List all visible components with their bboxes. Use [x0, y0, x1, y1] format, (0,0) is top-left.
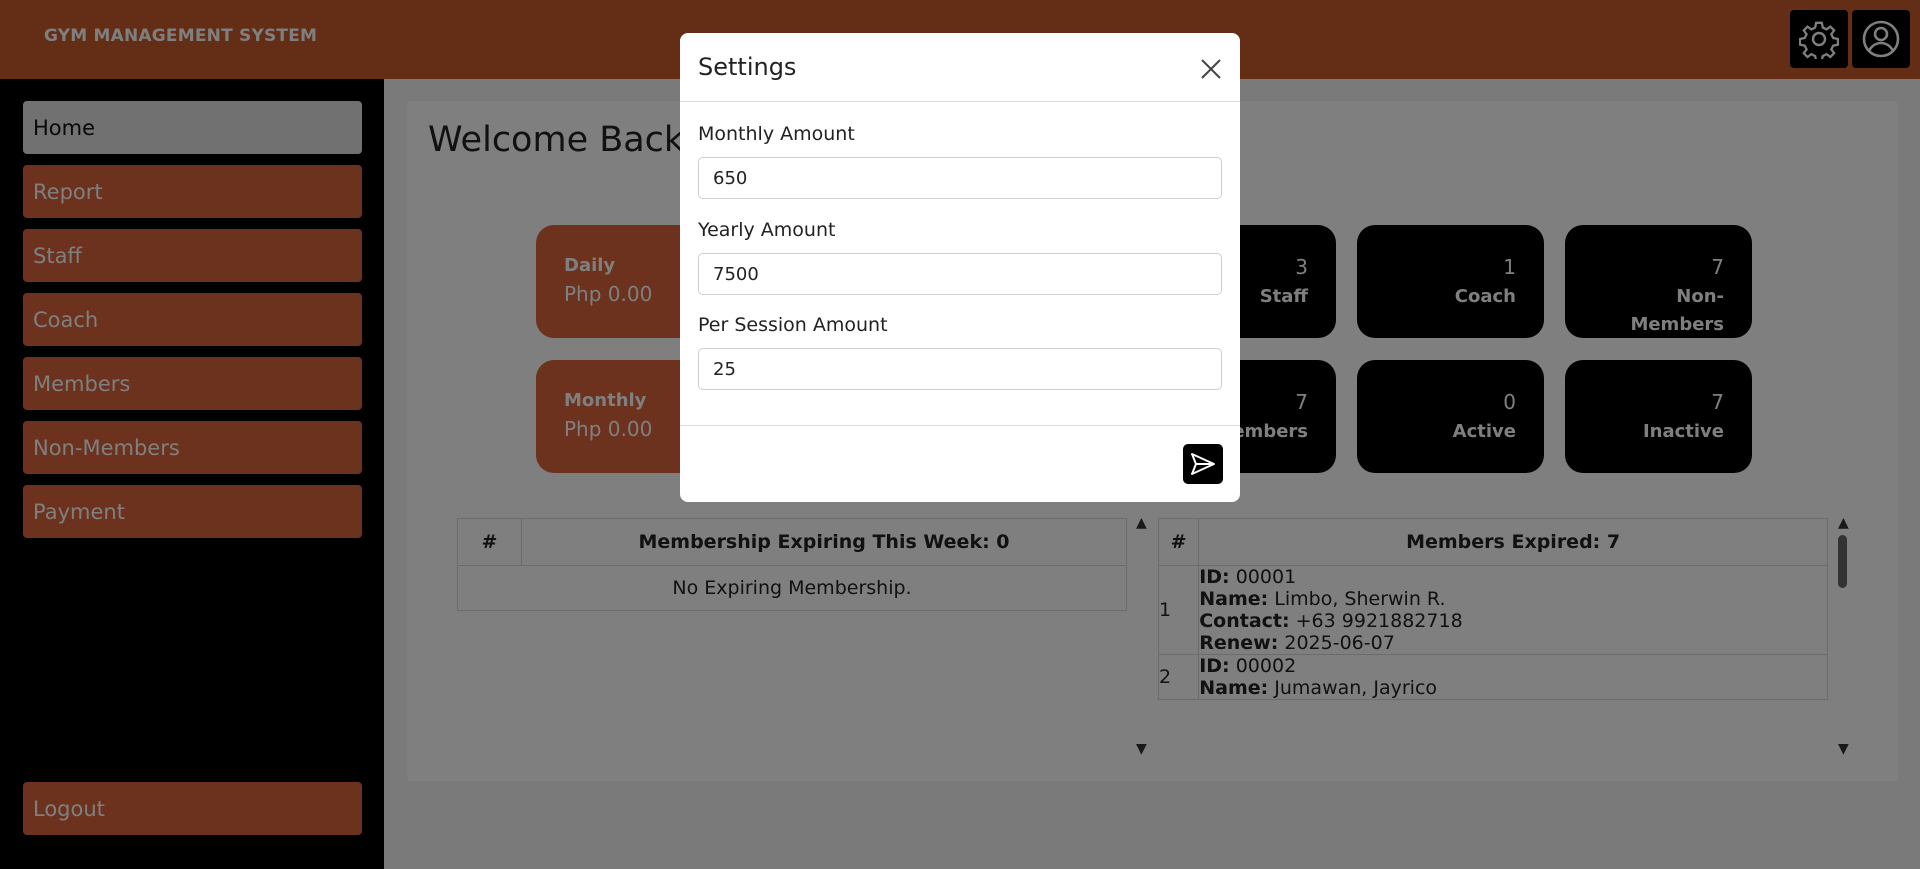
send-icon [1191, 453, 1215, 475]
close-icon[interactable] [1197, 55, 1225, 83]
per-session-amount-input[interactable] [698, 348, 1222, 390]
save-settings-button[interactable] [1183, 444, 1223, 484]
yearly-amount-label: Yearly Amount [698, 219, 836, 241]
modal-footer-divider [680, 425, 1240, 426]
modal-title: Settings [698, 53, 797, 81]
settings-modal: Settings Monthly Amount Yearly Amount Pe… [680, 33, 1240, 502]
yearly-amount-input[interactable] [698, 253, 1222, 295]
per-session-amount-label: Per Session Amount [698, 314, 888, 336]
monthly-amount-label: Monthly Amount [698, 123, 855, 145]
monthly-amount-input[interactable] [698, 157, 1222, 199]
modal-header-divider [680, 101, 1240, 102]
